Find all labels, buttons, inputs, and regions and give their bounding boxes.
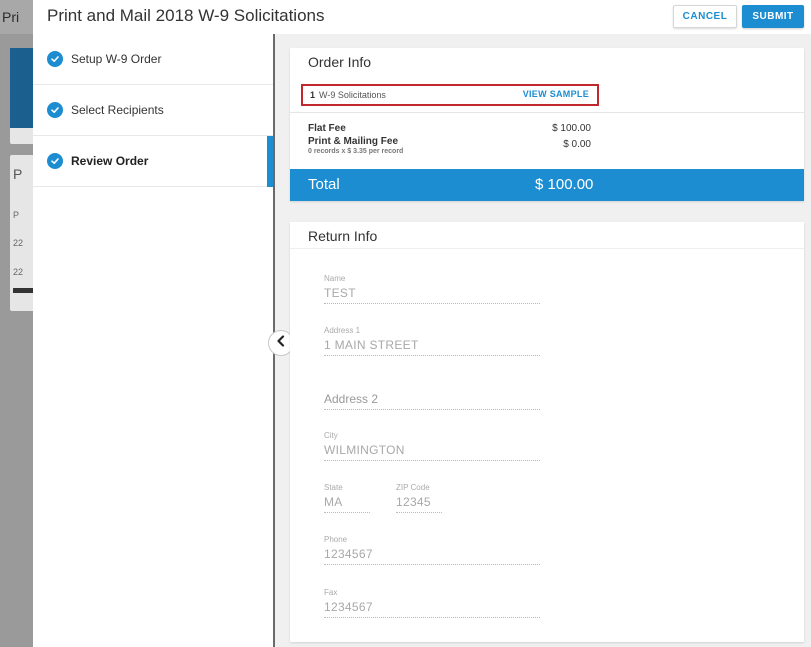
- field-label: Address 1: [324, 326, 361, 335]
- background-title: Pri: [2, 9, 20, 25]
- background-bar: [13, 288, 33, 293]
- print-fee-label: Print & Mailing Fee: [308, 136, 399, 147]
- address1-field[interactable]: Address 1 1 MAIN STREET: [324, 326, 540, 356]
- flat-fee-amount: $ 100.00: [552, 123, 591, 134]
- step-review-order[interactable]: Review Order: [33, 136, 273, 187]
- step-label: Review Order: [71, 154, 149, 168]
- order-item-name: W-9 Solicitations: [319, 90, 386, 100]
- field-label: Fax: [324, 588, 338, 597]
- field-value: 1 MAIN STREET: [324, 338, 419, 352]
- step-setup-order[interactable]: Setup W-9 Order: [33, 34, 273, 85]
- field-placeholder: Address 2: [324, 392, 379, 406]
- order-info-title: Order Info: [308, 54, 372, 70]
- field-value: 1234567: [324, 547, 373, 561]
- name-field[interactable]: Name TEST: [324, 274, 540, 304]
- check-circle-icon: [47, 51, 63, 67]
- field-value: 1234567: [324, 600, 373, 614]
- chevron-left-icon: [276, 334, 286, 352]
- field-label: State: [324, 483, 343, 492]
- order-item-quantity: 1: [310, 90, 316, 100]
- check-circle-icon: [47, 153, 63, 169]
- field-label: Phone: [324, 535, 348, 544]
- check-circle-icon: [47, 102, 63, 118]
- print-fee-detail: 0 records x $ 3.35 per record: [308, 148, 404, 155]
- order-item-row: 1 W-9 Solicitations VIEW SAMPLE: [301, 84, 599, 106]
- print-fee-amount: $ 0.00: [563, 139, 591, 150]
- fax-field[interactable]: Fax 1234567: [324, 588, 540, 618]
- state-field[interactable]: State MA: [324, 483, 370, 513]
- phone-field[interactable]: Phone 1234567: [324, 535, 540, 565]
- view-sample-link[interactable]: VIEW SAMPLE: [523, 89, 589, 99]
- steps-sidebar: Setup W-9 Order Select Recipients Review…: [33, 34, 275, 647]
- cancel-button[interactable]: CANCEL: [673, 5, 737, 28]
- total-label: Total: [308, 176, 340, 193]
- field-label: Name: [324, 274, 346, 283]
- field-label: ZIP Code: [396, 483, 430, 492]
- submit-button[interactable]: SUBMIT: [742, 5, 804, 28]
- step-label: Select Recipients: [71, 103, 164, 117]
- field-label: City: [324, 431, 338, 440]
- background-text: P: [13, 210, 20, 220]
- total-amount: $ 100.00: [535, 176, 594, 193]
- return-info-title: Return Info: [290, 222, 804, 249]
- step-label: Setup W-9 Order: [71, 52, 162, 66]
- divider: [290, 112, 804, 113]
- background-text: 22: [13, 267, 24, 277]
- modal-header: Print and Mail 2018 W-9 Solicitations CA…: [33, 0, 811, 34]
- field-value: 12345: [396, 495, 431, 509]
- step-select-recipients[interactable]: Select Recipients: [33, 85, 273, 136]
- city-field[interactable]: City WILMINGTON: [324, 431, 540, 461]
- zip-field[interactable]: ZIP Code 12345: [396, 483, 442, 513]
- flat-fee-label: Flat Fee: [308, 123, 346, 134]
- fee-breakdown: Flat Fee $ 100.00 Print & Mailing Fee $ …: [308, 123, 598, 155]
- field-value: TEST: [324, 286, 356, 300]
- background-text: P: [13, 166, 23, 182]
- active-step-indicator: [267, 136, 273, 187]
- return-info-card: Return Info Name TEST Address 1 1 MAIN S…: [290, 222, 804, 642]
- order-info-card: Order Info 1 W-9 Solicitations VIEW SAMP…: [290, 48, 804, 201]
- field-value: MA: [324, 495, 343, 509]
- background-text: 22: [13, 238, 24, 248]
- print-mail-modal: Print and Mail 2018 W-9 Solicitations CA…: [33, 0, 811, 647]
- total-bar: Total $ 100.00: [290, 169, 804, 201]
- modal-title: Print and Mail 2018 W-9 Solicitations: [47, 6, 325, 25]
- field-value: WILMINGTON: [324, 443, 405, 457]
- address2-field[interactable]: Address 2: [324, 392, 540, 410]
